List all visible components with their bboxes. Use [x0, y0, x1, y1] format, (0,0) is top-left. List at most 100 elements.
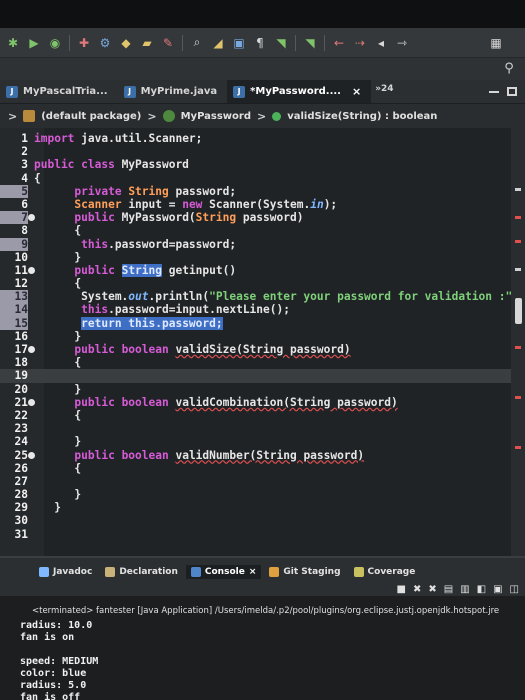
code-line[interactable]: 25 public boolean validNumber(String pas…: [0, 449, 525, 462]
scroll-lock-icon[interactable]: ▤: [444, 584, 453, 595]
minimize-icon[interactable]: [489, 90, 499, 93]
code-line[interactable]: 12 {: [0, 277, 525, 290]
ruler-error-marker[interactable]: [515, 240, 521, 243]
code-token: public boolean: [74, 448, 176, 462]
code-line[interactable]: 7 public MyPassword(String password): [0, 211, 525, 225]
ruler-error-marker[interactable]: [515, 396, 521, 399]
forward-icon[interactable]: ⇢: [351, 34, 369, 52]
code-line[interactable]: 5 private String password;: [0, 184, 525, 198]
code-line[interactable]: 26 {: [0, 462, 525, 475]
tab-console[interactable]: Console ×: [185, 565, 262, 579]
tab-mypascaltria[interactable]: J MyPascalTria...: [0, 80, 118, 103]
search-tool-icon[interactable]: ⌕: [188, 34, 206, 52]
code-line[interactable]: 2: [0, 145, 525, 158]
code-token: out: [128, 290, 149, 304]
tab-declaration[interactable]: Declaration: [100, 565, 183, 579]
code-line[interactable]: 1 import java.util.Scanner;: [0, 132, 525, 145]
remove-launch-icon[interactable]: ✖: [413, 584, 421, 595]
code-line[interactable]: 4{: [0, 172, 525, 185]
pin-console-icon[interactable]: ◧: [477, 584, 486, 595]
ruler-marker[interactable]: [515, 268, 521, 271]
console-output[interactable]: <terminated> fantester [Java Application…: [0, 596, 525, 700]
breadcrumb-separator: >: [257, 109, 267, 123]
tab-javadoc[interactable]: Javadoc: [34, 565, 97, 579]
new-console-icon[interactable]: ◫: [510, 584, 519, 595]
code-token: .println(: [148, 290, 210, 304]
code-line[interactable]: 3 public class MyPassword: [0, 158, 525, 171]
tab-myprime[interactable]: J MyPrime.java: [118, 80, 228, 103]
code-line[interactable]: 21 public boolean validCombination(Strin…: [0, 396, 525, 409]
breadcrumb-class[interactable]: MyPassword: [181, 111, 251, 122]
search-icon[interactable]: ⚲: [501, 61, 517, 77]
code-editor[interactable]: 1 import java.util.Scanner; 2 3 public class…: [0, 128, 525, 556]
code-text: public boolean validSize(String password…: [34, 343, 350, 356]
code-line[interactable]: 23: [0, 422, 525, 435]
remove-all-icon[interactable]: ✖: [428, 584, 436, 595]
code-text: public MyPassword(String password): [34, 211, 303, 224]
back-icon[interactable]: ←: [330, 34, 348, 52]
ruler-error-marker[interactable]: [515, 216, 521, 219]
code-line[interactable]: 18 {: [0, 356, 525, 369]
code-token: MyPassword: [121, 158, 189, 172]
external-tools-icon[interactable]: ✚: [75, 34, 93, 52]
code-line[interactable]: 19: [0, 369, 525, 383]
code-line[interactable]: 30: [0, 514, 525, 527]
perspective-icon[interactable]: ▦: [487, 34, 505, 52]
code-line[interactable]: 6 Scanner input = new Scanner(System.in)…: [0, 198, 525, 211]
debug-icon[interactable]: ✱: [4, 34, 22, 52]
code-line[interactable]: 29 }: [0, 501, 525, 514]
build-icon[interactable]: ⚙: [96, 34, 114, 52]
code-line[interactable]: 17 public boolean validSize(String passw…: [0, 343, 525, 356]
tab-overflow-button[interactable]: »24: [371, 80, 397, 103]
line-number: 20: [14, 382, 28, 396]
open-type-icon[interactable]: ✎: [159, 34, 177, 52]
code-line[interactable]: 10 }: [0, 251, 525, 264]
tab-mypassword[interactable]: J *MyPassword.... ×: [227, 80, 372, 103]
new-package-icon[interactable]: ▰: [138, 34, 156, 52]
code-line[interactable]: 24 }: [0, 435, 525, 448]
toolbar-separator: [182, 34, 183, 51]
code-line[interactable]: 8 {: [0, 224, 525, 237]
code-line[interactable]: 9 this.password=password;: [0, 237, 525, 251]
ruler-error-marker[interactable]: [515, 446, 521, 449]
new-class-icon[interactable]: ◆: [117, 34, 135, 52]
next-edit-icon[interactable]: ◥: [301, 34, 319, 52]
code-area[interactable]: 1 import java.util.Scanner; 2 3 public class…: [0, 132, 525, 541]
annotation-icon[interactable]: ◢: [209, 34, 227, 52]
tab-coverage[interactable]: Coverage: [349, 565, 421, 579]
close-icon[interactable]: ×: [249, 567, 257, 577]
class-icon: [162, 110, 175, 122]
code-line[interactable]: 27: [0, 475, 525, 488]
code-line[interactable]: 16 }: [0, 330, 525, 343]
code-line[interactable]: 31: [0, 528, 525, 541]
coverage-icon[interactable]: ◉: [46, 34, 64, 52]
overview-ruler[interactable]: [511, 128, 525, 556]
code-line[interactable]: 15 return this.password;: [0, 316, 525, 330]
breadcrumb-method[interactable]: validSize(String) : boolean: [287, 111, 437, 122]
ruler-error-marker[interactable]: [515, 346, 521, 349]
run-icon[interactable]: ▶: [25, 34, 43, 52]
code-line[interactable]: 11 public String getinput(): [0, 263, 525, 277]
save-icon[interactable]: ▣: [230, 34, 248, 52]
annotation-next-icon[interactable]: ◥: [272, 34, 290, 52]
breadcrumb-package[interactable]: (default package): [41, 111, 141, 122]
forward-nav-icon[interactable]: ⇾: [393, 34, 411, 52]
code-line[interactable]: 14 this.password=input.nextLine();: [0, 303, 525, 317]
word-wrap-icon[interactable]: ▥: [460, 584, 469, 595]
close-icon[interactable]: ×: [352, 85, 361, 98]
code-line[interactable]: 22 {: [0, 409, 525, 422]
back-nav-icon[interactable]: ◂: [372, 34, 390, 52]
pilcrow-icon[interactable]: ¶: [251, 34, 269, 52]
terminate-icon[interactable]: ■: [397, 584, 406, 595]
tab-git-staging[interactable]: Git Staging: [264, 565, 345, 579]
line-number: 14: [0, 303, 28, 317]
code-text: {: [34, 356, 81, 369]
ruler-marker[interactable]: [515, 188, 521, 191]
scrollbar-thumb[interactable]: [515, 298, 522, 324]
display-console-icon[interactable]: ▣: [493, 584, 502, 595]
code-line[interactable]: 13 System.out.println("Please enter your…: [0, 290, 525, 304]
code-line[interactable]: 20 }: [0, 383, 525, 396]
code-line[interactable]: 28 }: [0, 488, 525, 501]
maximize-icon[interactable]: [507, 87, 517, 96]
toolbar-separator: [69, 34, 70, 51]
